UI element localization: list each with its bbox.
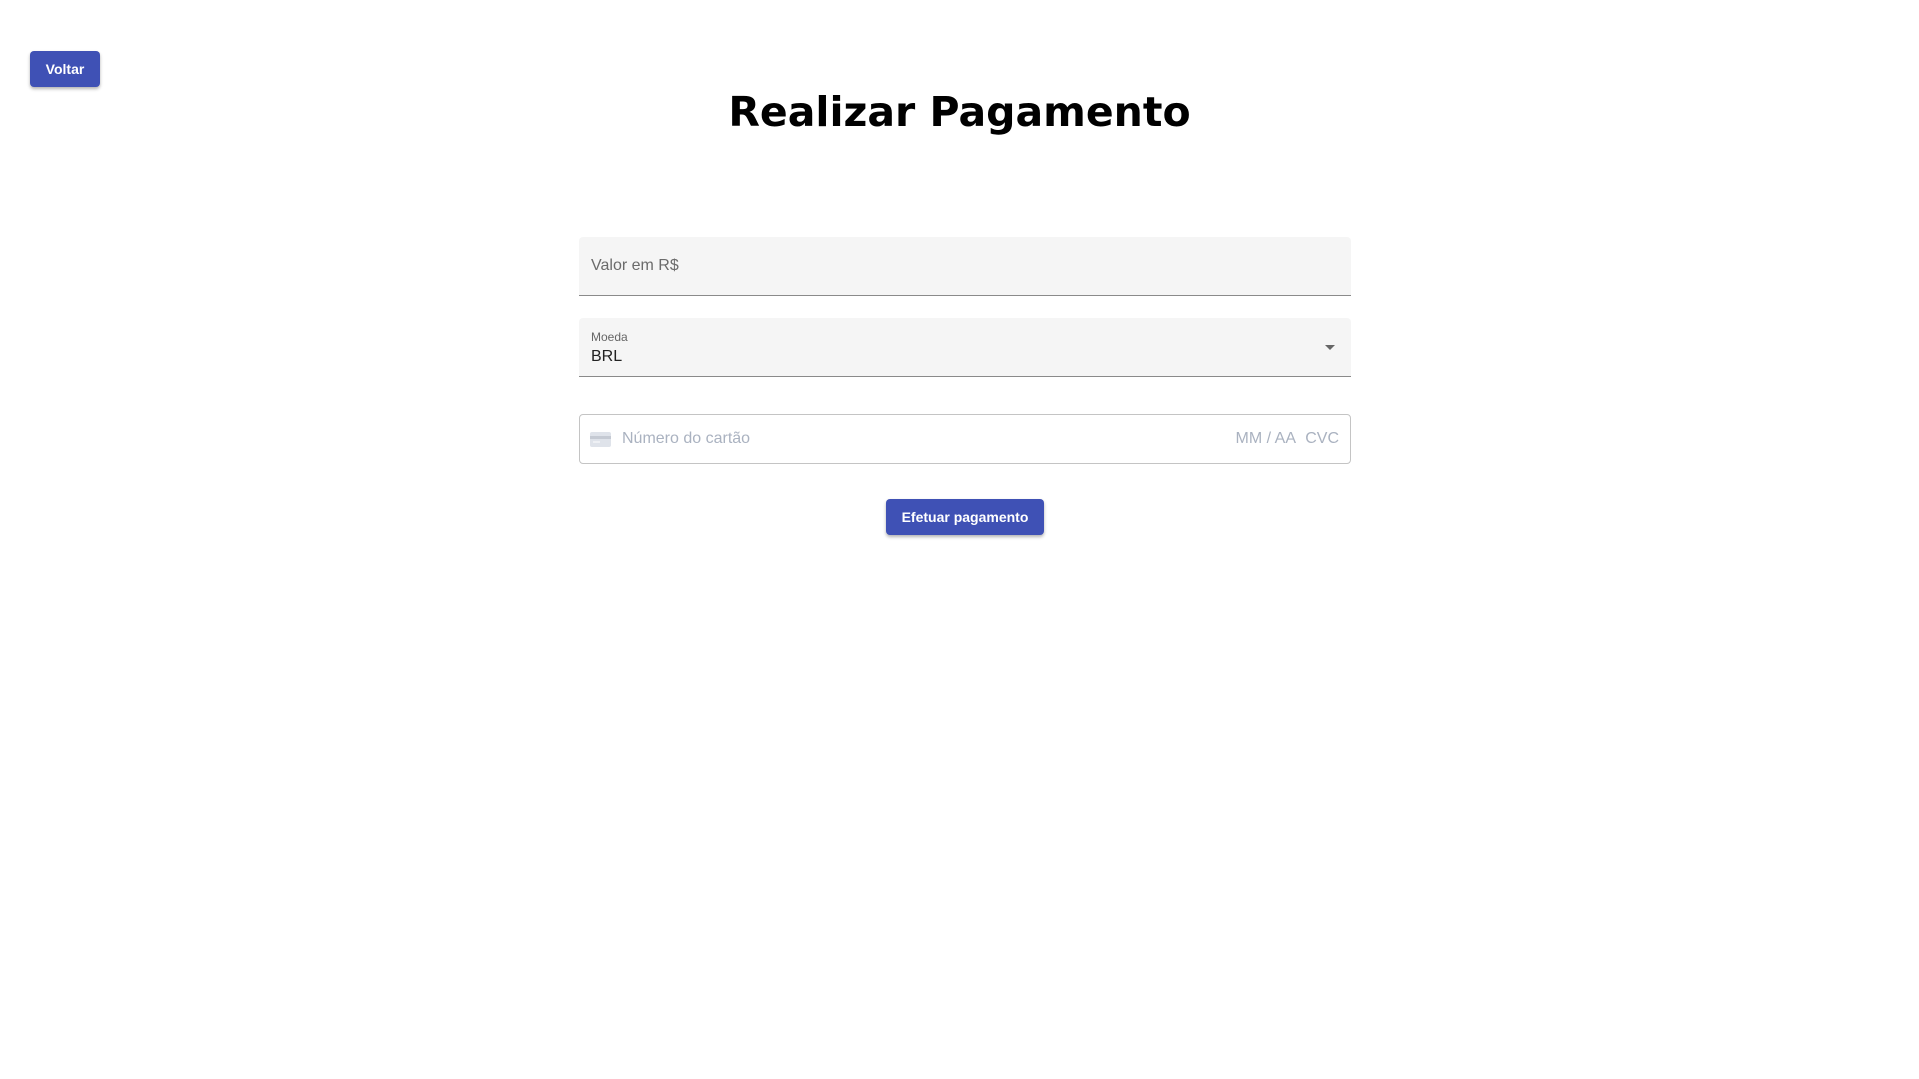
currency-select[interactable]: Moeda BRL	[579, 318, 1351, 377]
card-number-field[interactable]: Número do cartão	[622, 430, 750, 448]
amount-placeholder: Valor em R$	[591, 257, 679, 274]
credit-card-icon	[590, 432, 611, 447]
currency-label: Moeda	[591, 330, 628, 344]
submit-row: Efetuar pagamento	[579, 499, 1351, 535]
payment-form: Valor em R$ Moeda BRL Número do cartão M…	[579, 237, 1351, 535]
amount-field[interactable]: Valor em R$	[579, 237, 1351, 296]
chevron-down-icon[interactable]	[1325, 345, 1335, 350]
submit-payment-button[interactable]: Efetuar pagamento	[885, 499, 1045, 535]
card-expiry-field[interactable]: MM / AA	[1236, 430, 1296, 448]
currency-value: BRL	[591, 348, 623, 365]
card-cvc-field[interactable]: CVC	[1305, 430, 1339, 448]
card-input[interactable]: Número do cartão MM / AA CVC	[579, 414, 1351, 464]
back-button[interactable]: Voltar	[30, 51, 100, 87]
payment-page: Voltar Realizar Pagamento Valor em R$ Mo…	[0, 0, 1919, 1079]
page-title: Realizar Pagamento	[728, 88, 1191, 136]
